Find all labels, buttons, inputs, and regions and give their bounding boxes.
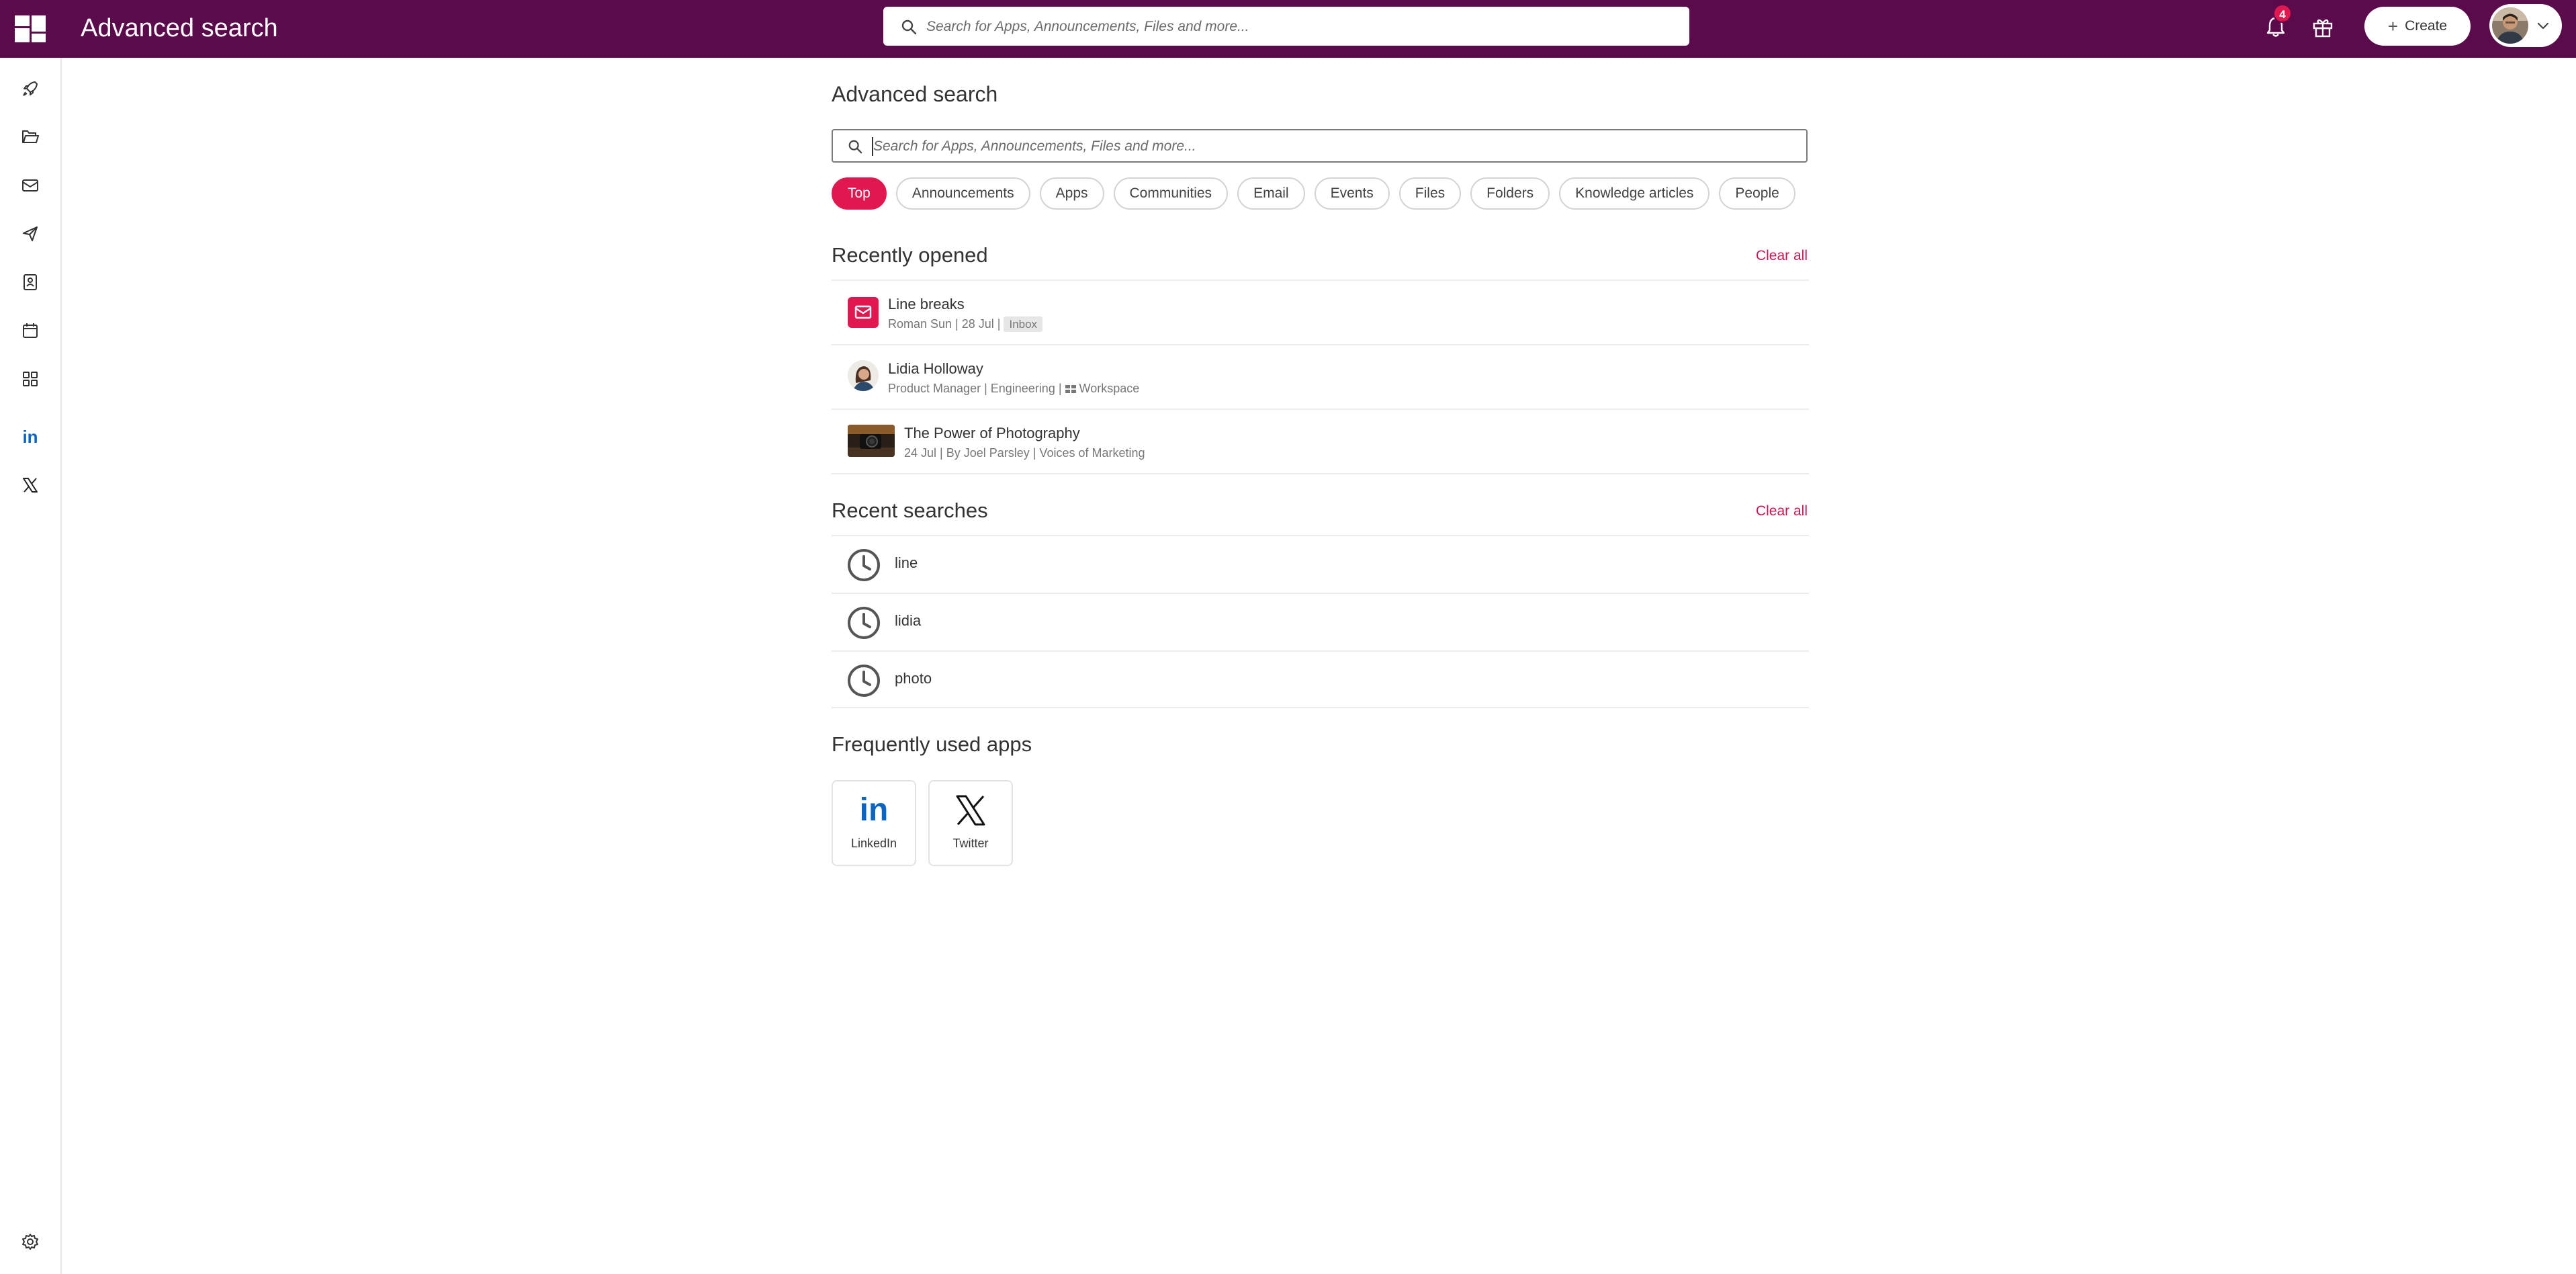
advanced-search-input[interactable] xyxy=(872,130,1802,163)
recently-opened-item-title: The Power of Photography xyxy=(904,425,1080,441)
linkedin-icon: in xyxy=(859,792,889,828)
recent-searches-clear-all-link[interactable]: Clear all xyxy=(1756,503,1808,519)
sidebar-item-calendar[interactable] xyxy=(17,317,44,344)
filter-chip-announcements[interactable]: Announcements xyxy=(895,177,1030,210)
left-sidebar: in xyxy=(0,58,62,1274)
app-title: Advanced search xyxy=(81,14,278,42)
create-button[interactable]: + Create xyxy=(2364,7,2471,46)
workspace-icon xyxy=(1065,382,1076,396)
sidebar-item-twitter[interactable] xyxy=(17,472,44,499)
email-item-icon xyxy=(848,297,879,328)
search-icon xyxy=(848,140,862,154)
global-search[interactable] xyxy=(883,7,1689,47)
filter-chips: Top Announcements Apps Communities Email… xyxy=(832,177,1795,210)
x-twitter-icon xyxy=(930,794,1012,827)
page-title: Advanced search xyxy=(832,82,998,106)
top-bar: Advanced search 4 + Create xyxy=(0,0,2576,58)
frequent-apps-heading: Frequently used apps xyxy=(832,732,1032,756)
filter-chip-email[interactable]: Email xyxy=(1237,177,1305,210)
send-icon xyxy=(23,226,38,241)
advanced-search-field[interactable] xyxy=(832,129,1808,163)
sidebar-item-mail[interactable] xyxy=(17,172,44,199)
clock-icon xyxy=(848,665,880,697)
meta-text: Roman Sun | 28 Jul | xyxy=(888,317,1001,331)
linkedin-icon: in xyxy=(22,426,38,447)
contact-book-icon xyxy=(24,274,37,290)
mail-icon xyxy=(22,179,38,192)
global-search-input[interactable] xyxy=(925,7,1680,47)
recently-opened-item-title: Line breaks xyxy=(888,296,965,312)
settings-icon xyxy=(22,1234,38,1250)
filter-chip-knowledge-articles[interactable]: Knowledge articles xyxy=(1559,177,1710,210)
sidebar-item-rocket[interactable] xyxy=(17,75,44,102)
recently-opened-clear-all-link[interactable]: Clear all xyxy=(1756,248,1808,264)
filter-chip-apps[interactable]: Apps xyxy=(1039,177,1104,210)
filter-chip-events[interactable]: Events xyxy=(1314,177,1390,210)
meta-text: Product Manager | Engineering | xyxy=(888,382,1062,395)
recently-opened-item-meta: Product Manager | Engineering | Workspac… xyxy=(888,382,1139,396)
person-avatar xyxy=(848,360,879,391)
plus-icon: + xyxy=(2387,16,2399,36)
text-cursor xyxy=(872,137,873,156)
folder-icon xyxy=(22,130,39,143)
apps-grid-icon xyxy=(23,372,38,386)
app-tile-linkedin[interactable]: in LinkedIn xyxy=(832,780,916,866)
sidebar-item-apps[interactable] xyxy=(17,366,44,392)
recent-search-item[interactable]: line xyxy=(832,536,1809,593)
recently-opened-item-meta: 24 Jul | By Joel Parsley | Voices of Mar… xyxy=(904,446,1145,460)
sidebar-item-files[interactable] xyxy=(17,124,44,151)
calendar-icon xyxy=(23,323,38,338)
app-tile-label: Twitter xyxy=(952,837,989,850)
workspace-label: Workspace xyxy=(1079,382,1140,395)
sidebar-item-contacts[interactable] xyxy=(17,269,44,296)
avatar xyxy=(2492,7,2528,44)
recently-opened-item-title: Lidia Holloway xyxy=(888,360,983,377)
filter-chip-folders[interactable]: Folders xyxy=(1470,177,1550,210)
sidebar-item-settings[interactable] xyxy=(17,1228,44,1255)
clock-icon xyxy=(848,549,880,581)
filter-chip-files[interactable]: Files xyxy=(1398,177,1462,210)
gift-icon[interactable] xyxy=(2311,15,2335,39)
recently-opened-item[interactable]: Lidia Holloway Product Manager | Enginee… xyxy=(832,345,1809,409)
recently-opened-heading: Recently opened xyxy=(832,243,988,267)
divider xyxy=(832,473,1809,474)
x-twitter-icon xyxy=(23,478,38,493)
sidebar-item-send[interactable] xyxy=(17,220,44,247)
filter-chip-people[interactable]: People xyxy=(1719,177,1795,210)
recent-search-text: lidia xyxy=(895,612,922,629)
notification-count-badge: 4 xyxy=(2273,4,2292,23)
divider xyxy=(832,707,1809,708)
clock-icon xyxy=(848,607,880,639)
folder-tag: Inbox xyxy=(1004,316,1043,332)
search-icon xyxy=(901,19,917,35)
recently-opened-item-meta: Roman Sun | 28 Jul | Inbox xyxy=(888,316,1043,332)
app-tile-twitter[interactable]: Twitter xyxy=(928,780,1013,866)
filter-chip-communities[interactable]: Communities xyxy=(1113,177,1229,210)
recently-opened-item[interactable]: Line breaks Roman Sun | 28 Jul | Inbox xyxy=(832,281,1809,344)
recently-opened-item[interactable]: The Power of Photography 24 Jul | By Joe… xyxy=(832,410,1809,473)
brand-logo-icon[interactable] xyxy=(15,15,46,42)
recent-search-item[interactable]: photo xyxy=(832,652,1809,708)
user-menu[interactable] xyxy=(2489,4,2562,47)
recent-search-text: photo xyxy=(895,670,932,687)
recent-search-text: line xyxy=(895,554,918,571)
recent-searches-heading: Recent searches xyxy=(832,499,988,522)
rocket-icon xyxy=(23,81,38,96)
article-thumbnail xyxy=(848,425,895,457)
create-button-label: Create xyxy=(2405,18,2448,34)
app-tile-label: LinkedIn xyxy=(850,837,897,850)
filter-chip-top[interactable]: Top xyxy=(832,177,887,210)
recent-search-item[interactable]: lidia xyxy=(832,594,1809,650)
chevron-down-icon xyxy=(2537,22,2549,30)
sidebar-item-linkedin[interactable]: in xyxy=(17,423,44,450)
